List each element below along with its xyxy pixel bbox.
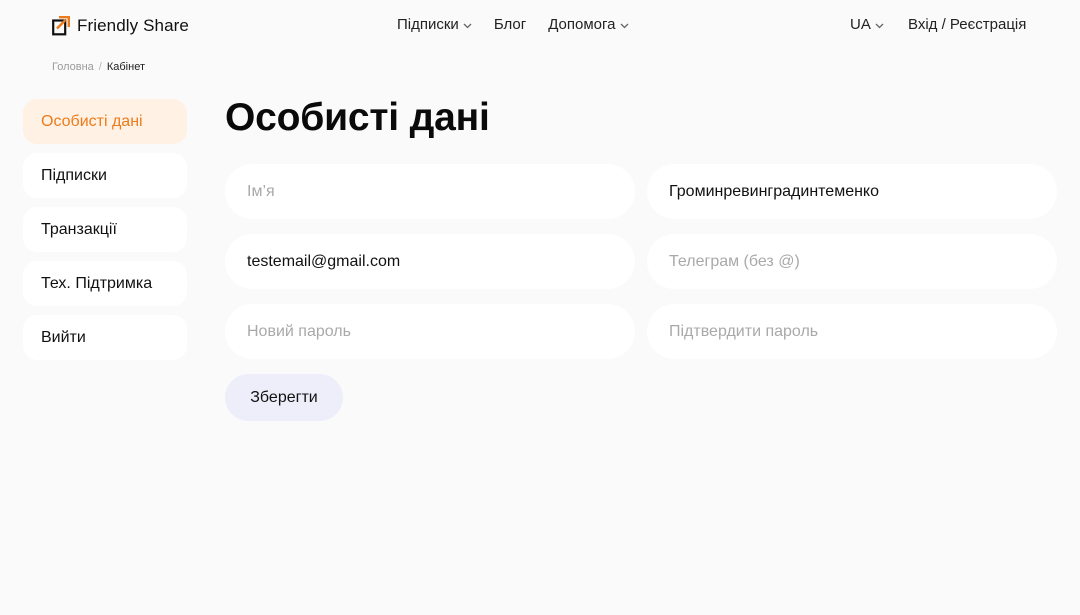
confirm-password-field[interactable] — [647, 304, 1057, 359]
first-name-field[interactable] — [225, 164, 635, 219]
sidebar-item-support[interactable]: Тех. Підтримка — [23, 261, 187, 306]
email-field[interactable] — [225, 234, 635, 289]
nav-item-subscriptions[interactable]: Підписки — [397, 16, 472, 33]
sidebar-item-logout[interactable]: Вийти — [23, 315, 187, 360]
nav-item-label: Підписки — [397, 16, 459, 33]
main-nav: Підписки Блог Допомога — [397, 16, 629, 33]
telegram-field[interactable] — [647, 234, 1057, 289]
breadcrumb-current: Кабінет — [106, 61, 145, 73]
nav-item-label: Допомога — [548, 16, 616, 33]
sidebar-item-subscriptions[interactable]: Підписки — [23, 153, 187, 198]
breadcrumb-home[interactable]: Головна — [52, 61, 94, 73]
login-register-link[interactable]: Вхід / Реєстрація — [908, 16, 1026, 33]
nav-item-help[interactable]: Допомога — [548, 16, 628, 33]
breadcrumb-separator: / — [98, 61, 102, 73]
sidebar-item-personal-data[interactable]: Особисті дані — [23, 99, 187, 144]
language-label: UA — [850, 16, 871, 33]
header: Friendly Share Підписки Блог Допомога UA… — [0, 0, 1080, 52]
nav-item-blog[interactable]: Блог — [494, 16, 526, 33]
brand-name: Friendly Share — [77, 16, 189, 35]
new-password-field[interactable] — [225, 304, 635, 359]
sidebar: Особисті дані Підписки Транзакції Тех. П… — [23, 99, 187, 369]
sidebar-item-transactions[interactable]: Транзакції — [23, 207, 187, 252]
logo-icon — [52, 16, 70, 36]
chevron-down-icon — [463, 23, 472, 28]
save-button[interactable]: Зберегти — [225, 374, 343, 421]
nav-item-label: Блог — [493, 16, 527, 33]
chevron-down-icon — [620, 23, 628, 28]
breadcrumb: Головна / Кабінет — [52, 61, 145, 73]
chevron-down-icon — [875, 23, 884, 28]
language-selector[interactable]: UA — [850, 16, 884, 33]
last-name-field[interactable] — [647, 164, 1057, 219]
logo[interactable]: Friendly Share — [52, 15, 189, 37]
page-title: Особисті дані — [225, 96, 490, 139]
